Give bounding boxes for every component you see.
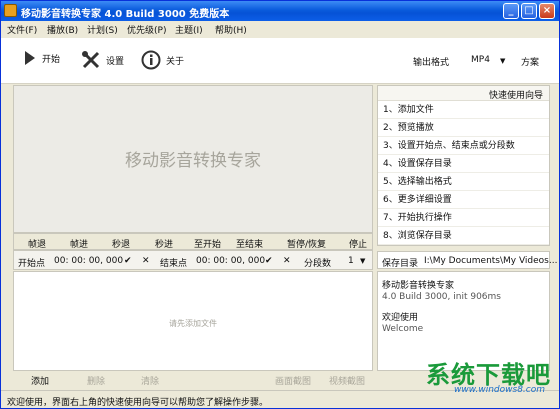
minimize-button[interactable]: _ — [503, 3, 519, 19]
site-watermark-logo: 系统下载吧 www.windows8.com — [426, 355, 558, 407]
menu-play[interactable]: 播放(B) — [47, 23, 78, 36]
playback-controls: 帧退 帧进 秒退 秒进 至开始 至结束 暂停/恢复 停止 — [13, 233, 373, 250]
status-text: 欢迎使用，界面右上角的快速使用向导可以帮助您了解操作步骤。 — [7, 398, 269, 408]
confirm-start-icon[interactable]: ✔ — [124, 256, 132, 266]
title-bar[interactable]: 移动影音转换专家 4.0 Build 3000 免费版本 _ □ × — [1, 1, 559, 21]
confirm-end-icon[interactable]: ✔ — [265, 256, 273, 266]
file-actions: 添加 删除 清除 画面截图 视频截图 — [13, 372, 373, 387]
settings-button[interactable]: 设置 — [81, 50, 124, 70]
frame-forward-button[interactable]: 帧进 — [70, 237, 88, 250]
guide-step[interactable]: 7、开始执行操作 — [378, 209, 549, 227]
guide-step[interactable]: 3、设置开始点、结束点或分段数 — [378, 137, 549, 155]
chevron-down-icon[interactable]: ▼ — [500, 57, 505, 65]
output-format-label: 输出格式 — [413, 58, 450, 68]
chevron-down-icon[interactable]: ▼ — [360, 257, 365, 265]
save-dir-path[interactable]: I:\My Documents\My Videos... — [424, 256, 557, 266]
window-title: 移动影音转换专家 4.0 Build 3000 免费版本 — [21, 9, 230, 20]
clear-button[interactable]: 清除 — [141, 374, 159, 387]
guide-step[interactable]: 4、设置保存目录 — [378, 155, 549, 173]
clear-start-icon[interactable]: ✕ — [142, 256, 150, 266]
start-point-label: 开始点 — [18, 259, 46, 269]
to-start-button[interactable]: 至开始 — [194, 237, 221, 250]
delete-button[interactable]: 删除 — [87, 374, 105, 387]
quick-guide-title: 快速使用向导 — [378, 86, 549, 101]
info-welcome-sub: Welcome — [382, 324, 424, 334]
start-label: 开始 — [42, 54, 61, 65]
close-button[interactable]: × — [539, 3, 555, 19]
app-window: 移动影音转换专家 4.0 Build 3000 免费版本 _ □ × 文件(F)… — [0, 0, 560, 409]
preview-watermark: 移动影音转换专家 — [125, 151, 261, 171]
info-welcome-title: 欢迎使用 — [382, 313, 419, 323]
menu-help[interactable]: 帮助(H) — [215, 23, 247, 36]
menu-schedule[interactable]: 计划(S) — [87, 23, 118, 36]
end-time-field[interactable]: 00: 00: 00, 000 — [196, 256, 265, 266]
guide-step[interactable]: 5、选择输出格式 — [378, 173, 549, 191]
menu-priority[interactable]: 优先级(P) — [127, 23, 166, 36]
save-dir-label: 保存目录 — [382, 259, 419, 269]
save-directory: 保存目录 I:\My Documents\My Videos... — [377, 251, 557, 269]
segments-select[interactable]: 1 — [348, 256, 354, 266]
menu-file[interactable]: 文件(F) — [7, 23, 37, 36]
toolbar: 开始 设置 关于 输出格式 MP4 ▼ 方案 — [1, 38, 559, 84]
file-list[interactable]: 请先添加文件 — [13, 271, 373, 371]
add-button[interactable]: 添加 — [31, 374, 49, 387]
play-icon — [25, 51, 35, 65]
site-watermark-url: www.windows8.com — [454, 385, 546, 395]
frame-back-button[interactable]: 帧退 — [28, 237, 46, 250]
about-button[interactable]: 关于 — [141, 50, 184, 70]
guide-step[interactable]: 1、添加文件 — [378, 101, 549, 119]
settings-label: 设置 — [106, 56, 125, 67]
guide-step[interactable]: 6、更多详细设置 — [378, 191, 549, 209]
menu-bar: 文件(F) 播放(B) 计划(S) 优先级(P) 主题(I) 帮助(H) — [1, 21, 559, 37]
end-point-label: 结束点 — [160, 259, 188, 269]
info-version: 4.0 Build 3000, init 906ms — [382, 292, 501, 302]
video-capture-button[interactable]: 视频截图 — [329, 374, 365, 387]
guide-step[interactable]: 8、浏览保存目录 — [378, 227, 549, 245]
menu-theme[interactable]: 主题(I) — [175, 23, 203, 36]
profile-button[interactable]: 方案 — [521, 55, 539, 68]
segments-label: 分段数 — [304, 259, 332, 269]
guide-step[interactable]: 2、预览播放 — [378, 119, 549, 137]
screenshot-button[interactable]: 画面截图 — [275, 374, 311, 387]
clear-end-icon[interactable]: ✕ — [283, 256, 291, 266]
file-list-placeholder: 请先添加文件 — [169, 319, 217, 328]
maximize-button[interactable]: □ — [521, 3, 537, 19]
about-label: 关于 — [166, 56, 185, 67]
second-back-button[interactable]: 秒退 — [112, 237, 130, 250]
stop-button[interactable]: 停止 — [349, 237, 367, 250]
to-end-button[interactable]: 至结束 — [236, 237, 263, 250]
pause-resume-button[interactable]: 暂停/恢复 — [287, 237, 326, 250]
info-icon — [141, 50, 161, 70]
info-app-name: 移动影音转换专家 — [382, 281, 455, 291]
tools-icon — [82, 51, 100, 69]
output-format-select[interactable]: MP4 — [471, 55, 490, 65]
app-icon — [4, 4, 17, 17]
start-time-field[interactable]: 00: 00: 00, 000 — [54, 256, 123, 266]
start-button[interactable]: 开始 — [23, 50, 60, 66]
second-forward-button[interactable]: 秒进 — [155, 237, 173, 250]
quick-guide-panel: 快速使用向导 1、添加文件 2、预览播放 3、设置开始点、结束点或分段数 4、设… — [377, 85, 550, 246]
video-preview[interactable]: 移动影音转换专家 — [13, 85, 373, 233]
clip-settings: 开始点 00: 00: 00, 000 ✔ ✕ 结束点 00: 00: 00, … — [13, 250, 373, 270]
